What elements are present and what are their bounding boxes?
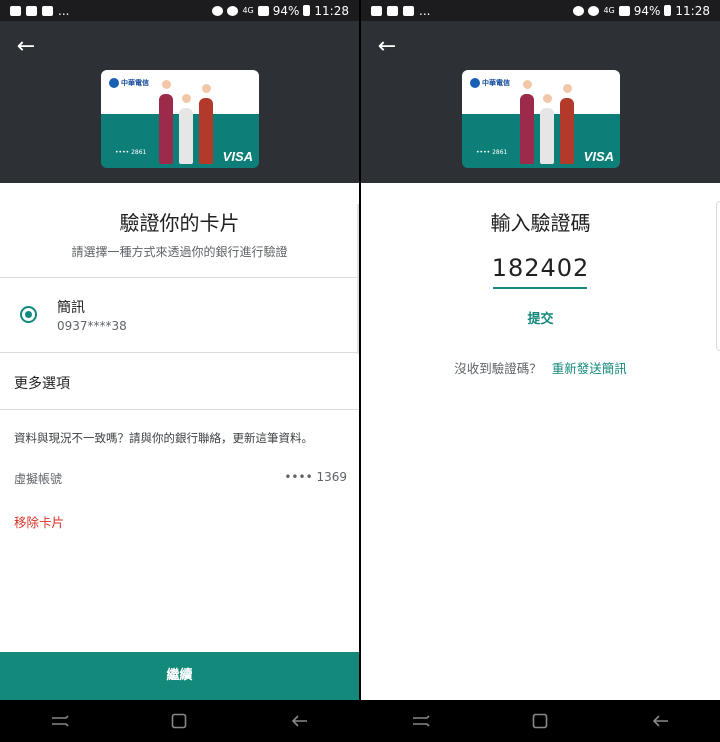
card-figure-head: [202, 84, 211, 93]
notification-overflow: ...: [58, 3, 70, 18]
recent-apps-icon[interactable]: [47, 711, 73, 731]
more-options-heading: 更多選項: [14, 376, 70, 392]
gallery-icon: [10, 5, 21, 16]
code-input-underline: [493, 287, 587, 289]
card-figure: [199, 98, 213, 164]
clock: 11:28: [675, 3, 710, 18]
status-bar: ... 4G 94% 11:28: [361, 0, 720, 21]
resend-row: 沒收到驗證碼？ 重新發送簡訊: [361, 358, 720, 377]
sheet-edge: [357, 204, 359, 354]
card-figure-head: [563, 84, 572, 93]
card-figure: [179, 108, 193, 164]
card-header: ← 中華電信 •••• 2861 VISA: [361, 21, 720, 183]
nav-bar: [361, 700, 720, 742]
message-icon: [371, 5, 382, 16]
back-icon[interactable]: [286, 711, 312, 731]
nfc-icon: [212, 5, 224, 16]
page-title: 輸入驗證碼: [490, 211, 591, 235]
verification-code-input[interactable]: 182402: [361, 254, 720, 282]
virtual-account-value: •••• 1369: [284, 470, 347, 484]
battery-percent: 94%: [633, 3, 661, 18]
submit-button[interactable]: 提交: [361, 308, 720, 327]
page-subtitle: 請選擇一種方式來透過你的銀行進行驗證: [71, 245, 288, 259]
card-number: •••• 2861: [476, 149, 508, 156]
credit-card-image: 中華電信 •••• 2861 VISA: [101, 70, 259, 168]
card-number: •••• 2861: [115, 149, 147, 156]
sheet-edge: [716, 201, 720, 351]
network-type: 4G: [603, 6, 615, 15]
battery-percent: 94%: [272, 3, 300, 18]
virtual-account-label: 虛擬帳號: [14, 472, 63, 486]
back-arrow-icon[interactable]: ←: [375, 35, 399, 59]
remove-card-link[interactable]: 移除卡片: [14, 512, 64, 531]
recent-apps-icon[interactable]: [408, 711, 434, 731]
divider: [0, 352, 359, 353]
status-bar: ... 4G 94% 11:28: [0, 0, 359, 21]
card-figure-head: [543, 94, 552, 103]
card-figure-head: [182, 94, 191, 103]
home-icon[interactable]: [527, 711, 553, 731]
sms-radio[interactable]: [20, 306, 37, 323]
signal-icon: [618, 5, 630, 16]
card-header: ← 中華電信 •••• 2861 VISA: [0, 21, 359, 183]
home-icon[interactable]: [166, 711, 192, 731]
sms-option[interactable]: 簡訊 0937****38: [0, 278, 359, 352]
youtube-icon: [403, 5, 414, 16]
card-figure-head: [162, 80, 171, 89]
back-arrow-icon[interactable]: ←: [14, 35, 38, 59]
code-content: 輸入驗證碼 182402 提交 沒收到驗證碼？ 重新發送簡訊: [361, 183, 720, 700]
screen-verify-card: ... 4G 94% 11:28 ← 中華電信 •••• 2861 VISA 驗…: [0, 0, 359, 742]
battery-icon: [303, 5, 311, 16]
page-title: 驗證你的卡片: [119, 211, 240, 235]
screen-enter-code: ... 4G 94% 11:28 ← 中華電信 •••• 2861 VISA 輸…: [361, 0, 720, 742]
card-figure: [520, 94, 534, 164]
notification-overflow: ...: [419, 3, 431, 18]
continue-button[interactable]: 繼續: [0, 652, 359, 700]
nav-bar: [0, 700, 359, 742]
clock: 11:28: [314, 3, 349, 18]
card-figure: [540, 108, 554, 164]
card-figure: [159, 94, 173, 164]
sms-option-title: 簡訊: [57, 300, 85, 316]
sms-option-phone: 0937****38: [57, 319, 127, 333]
youtube-icon: [26, 5, 37, 16]
cht-logo-icon: [109, 78, 119, 88]
card-figure-head: [523, 80, 532, 89]
card-brand: 中華電信: [109, 78, 149, 88]
network-type: 4G: [242, 6, 254, 15]
signal-icon: [257, 5, 269, 16]
nfc-icon: [573, 5, 585, 16]
visa-logo: VISA: [583, 149, 614, 164]
alarm-icon: [588, 5, 600, 16]
credit-card-image: 中華電信 •••• 2861 VISA: [462, 70, 620, 168]
card-brand: 中華電信: [470, 78, 510, 88]
cht-logo-icon: [470, 78, 480, 88]
card-figure: [560, 98, 574, 164]
alarm-icon: [227, 5, 239, 16]
divider: [0, 409, 359, 410]
battery-icon: [664, 5, 672, 16]
not-received-text: 沒收到驗證碼？: [454, 361, 542, 376]
verify-content: 驗證你的卡片 請選擇一種方式來透過你的銀行進行驗證 簡訊 0937****38 …: [0, 183, 359, 700]
visa-logo: VISA: [222, 149, 253, 164]
gallery-icon: [387, 5, 398, 16]
facebook-icon: [42, 5, 53, 16]
back-icon[interactable]: [647, 711, 673, 731]
info-text: 資料與現況不一致嗎？請與你的銀行聯絡，更新這筆資料。: [14, 431, 313, 445]
resend-sms-link[interactable]: 重新發送簡訊: [552, 361, 627, 376]
